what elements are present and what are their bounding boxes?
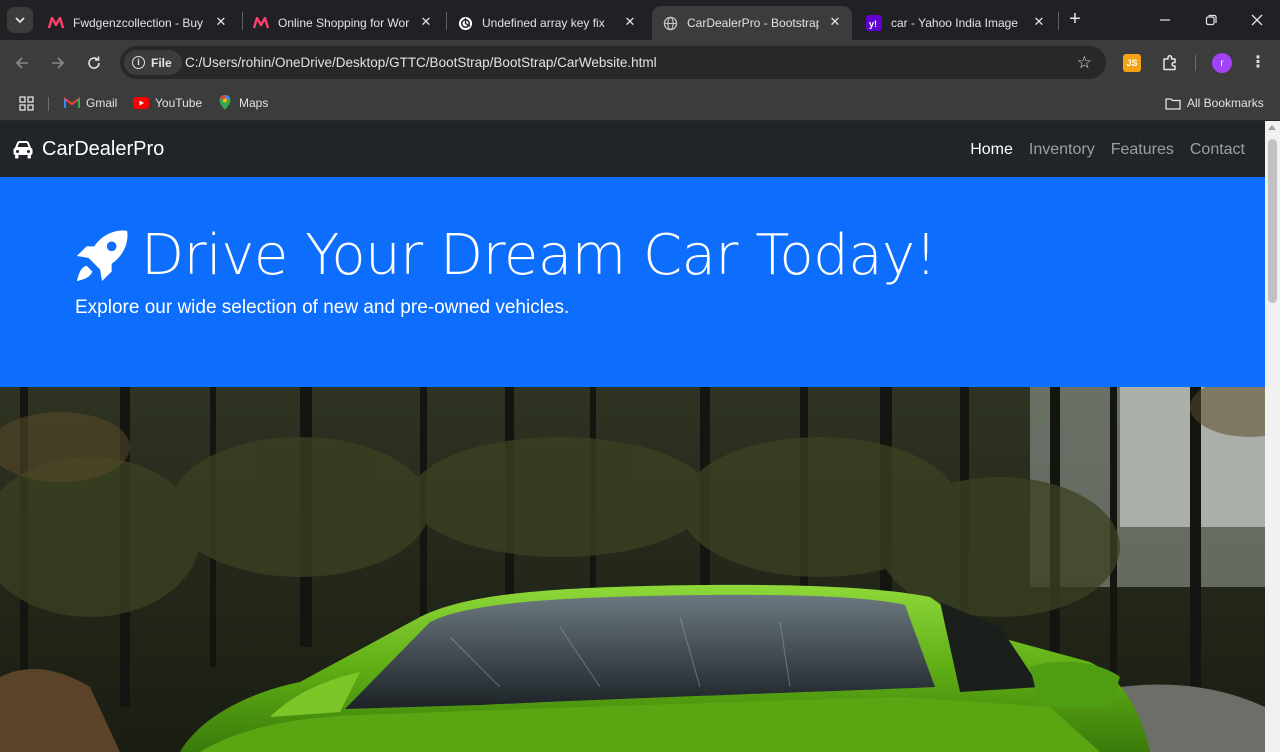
bookmark-gmail[interactable]: Gmail [64,93,117,113]
arrow-left-icon [15,57,28,69]
hero-heading: Drive Your Dream Car Today! [73,223,937,288]
nav-link-contact[interactable]: Contact [1190,141,1245,159]
yahoo-icon: y! [866,15,882,31]
browser-toolbar: i File C:/Users/rohin/OneDrive/Desktop/G… [0,40,1280,86]
profile-avatar[interactable]: r [1212,53,1232,73]
page-viewport: CarDealerPro Home Inventory Features Con… [0,121,1280,752]
minimize-button[interactable] [1155,10,1175,30]
tab-title: car - Yahoo India Image [891,16,1018,30]
gmail-icon [64,95,80,111]
minimize-icon [1160,19,1170,21]
bookmarks-bar: Gmail YouTube Maps All Bookmarks [0,86,1280,121]
js-extension-icon[interactable]: JS [1123,54,1141,72]
myntra-icon [48,15,64,31]
close-icon[interactable]: ✕ [212,13,230,31]
tab-title: Undefined array key fix [482,16,605,30]
close-icon[interactable]: ✕ [417,13,435,31]
folder-icon [1165,95,1181,111]
forward-button[interactable] [47,52,69,74]
hero-subtitle: Explore our wide selection of new and pr… [75,297,570,318]
apps-grid-icon [18,95,34,111]
kebab-menu-icon[interactable]: ⋮ [1250,53,1266,73]
nav-link-home[interactable]: Home [970,141,1013,159]
tab-fwdgenz[interactable]: Fwdgenzcollection - Buy ✕ [38,6,238,40]
toolbar-divider [1195,55,1196,71]
reload-button[interactable] [83,52,105,74]
extensions-puzzle-icon[interactable] [1160,53,1180,73]
tab-online-shopping[interactable]: Online Shopping for Wor ✕ [243,6,443,40]
nav-link-inventory[interactable]: Inventory [1029,141,1095,159]
bookmark-star-icon[interactable]: ☆ [1077,53,1092,73]
tab-array-key-fix[interactable]: Undefined array key fix ✕ [447,6,647,40]
tab-title: Online Shopping for Wor [278,16,410,30]
rocket-icon [76,230,128,281]
info-icon: i [132,56,145,69]
site-info-chip[interactable]: i File [124,50,182,75]
nav-links: Home Inventory Features Contact [954,141,1245,159]
hero-car-photo [0,387,1265,752]
chatgpt-icon [457,15,473,31]
brand-name: CarDealerPro [42,138,165,160]
tab-cardealerpro[interactable]: CarDealerPro - Bootstrap ✕ [652,6,852,40]
globe-icon [662,15,678,31]
address-bar[interactable]: i File C:/Users/rohin/OneDrive/Desktop/G… [120,46,1106,79]
chevron-down-icon [15,17,25,24]
page-scrollbar[interactable] [1265,121,1280,752]
close-icon[interactable]: ✕ [1030,13,1048,31]
myntra-icon [253,15,269,31]
bookmark-maps[interactable]: Maps [217,93,268,113]
url-text[interactable]: C:/Users/rohin/OneDrive/Desktop/GTTC/Boo… [185,55,657,70]
hero-title-text: Drive Your Dream Car Today! [141,223,937,288]
tab-strip: Fwdgenzcollection - Buy ✕ Online Shoppin… [0,0,1280,40]
tab-title: Fwdgenzcollection - Buy [73,16,204,30]
arrow-right-icon [52,57,65,69]
tab-yahoo-images[interactable]: y! car - Yahoo India Image ✕ [856,6,1056,40]
all-bookmarks-button[interactable]: All Bookmarks [1165,93,1264,113]
scrollbar-thumb[interactable] [1268,139,1277,303]
bookmarks-divider [48,97,49,111]
tab-divider [1058,12,1059,30]
apps-button[interactable] [18,93,40,113]
bookmark-label: Maps [239,96,269,110]
car-icon [13,140,33,158]
youtube-icon [133,95,149,111]
tab-title: CarDealerPro - Bootstrap [687,16,819,30]
car-photo-image [0,387,1265,752]
brand-link[interactable]: CarDealerPro [12,138,164,161]
maps-icon [217,95,233,111]
close-icon[interactable]: ✕ [621,13,639,31]
bookmark-label: YouTube [155,96,203,110]
bookmark-label: Gmail [86,96,118,110]
restore-button[interactable] [1201,10,1221,30]
close-icon [1251,14,1263,26]
tab-search-button[interactable] [7,7,33,33]
bookmark-youtube[interactable]: YouTube [133,93,202,113]
back-button[interactable] [11,52,33,74]
nav-link-features[interactable]: Features [1111,141,1174,159]
close-window-button[interactable] [1247,10,1267,30]
scroll-up-arrow-icon[interactable] [1268,125,1276,130]
site-navbar: CarDealerPro Home Inventory Features Con… [0,121,1265,177]
close-icon[interactable]: ✕ [826,13,844,31]
new-tab-button[interactable]: + [1064,9,1086,31]
restore-icon [1205,14,1217,26]
reload-icon [88,56,100,69]
all-bookmarks-label: All Bookmarks [1187,96,1264,110]
hero-banner: Drive Your Dream Car Today! Explore our … [0,177,1265,387]
svg-text:y!: y! [869,19,877,29]
site-info-label: File [151,55,172,70]
